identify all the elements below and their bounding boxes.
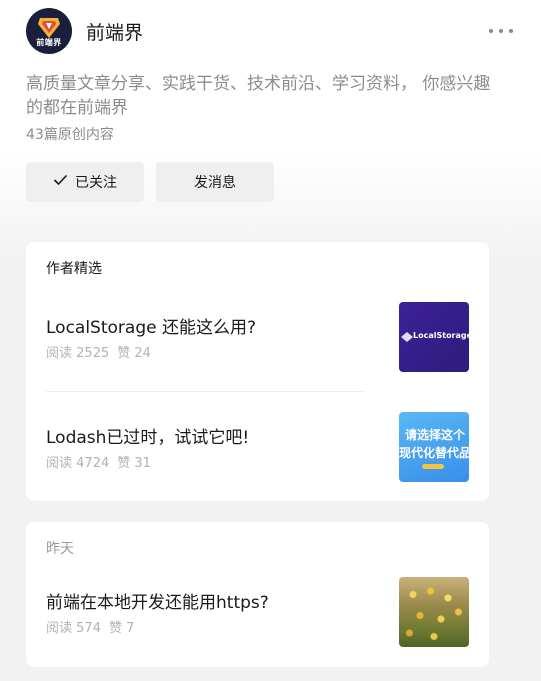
thumbnail-text-line1: 请选择这个 xyxy=(405,428,466,442)
thumbnail-pill xyxy=(422,464,444,469)
divider xyxy=(46,391,364,392)
article-item[interactable]: LocalStorage 还能这么用? 阅读 2525 赞 24 LocalSto… xyxy=(46,302,469,372)
article-stats: 阅读 2525 赞 24 xyxy=(46,342,151,361)
thumbnail-text: LocalStorage xyxy=(413,331,469,340)
avatar-text: 前端界 xyxy=(36,38,62,47)
article-title: LocalStorage 还能这么用? xyxy=(46,318,257,338)
reads-label: 阅读 xyxy=(46,621,73,636)
article-stats: 阅读 574 赞 7 xyxy=(46,617,134,636)
reads-label: 阅读 xyxy=(46,346,73,361)
likes-label: 赞 xyxy=(117,456,131,471)
yesterday-articles-card: 昨天 前端在本地开发还能用https? 阅读 574 赞 7 xyxy=(26,522,489,667)
message-label: 发消息 xyxy=(194,175,236,191)
avatar[interactable]: 前端界 xyxy=(26,8,72,54)
likes-label: 赞 xyxy=(108,621,122,636)
account-name[interactable]: 前端界 xyxy=(86,18,143,45)
article-count: 43篇原创内容 xyxy=(26,127,114,143)
article-title: 前端在本地开发还能用https? xyxy=(46,593,269,613)
profile-header: 前端界 前端界 xyxy=(26,8,515,54)
reads-count: 4724 xyxy=(76,456,110,471)
article-thumbnail: LocalStorage xyxy=(399,302,469,372)
send-message-button[interactable]: 发消息 xyxy=(156,162,274,202)
account-description: 高质量文章分享、实践干货、技术前沿、学习资料， 你感兴趣的都在前端界 xyxy=(26,74,491,118)
article-stats: 阅读 4724 赞 31 xyxy=(46,452,151,471)
featured-articles-card: 作者精选 LocalStorage 还能这么用? 阅读 2525 赞 24 Loc… xyxy=(26,242,489,501)
likes-count: 31 xyxy=(134,456,151,471)
article-item[interactable]: Lodash已过时，试试它吧! 阅读 4724 赞 31 请选择这个 现代化替代品 xyxy=(46,412,469,482)
section-title-yesterday: 昨天 xyxy=(46,541,74,557)
likes-label: 赞 xyxy=(117,346,131,361)
reads-count: 2525 xyxy=(76,346,110,361)
follow-label: 已关注 xyxy=(75,175,117,191)
likes-count: 7 xyxy=(126,621,135,636)
section-title-featured: 作者精选 xyxy=(46,261,102,277)
article-title: Lodash已过时，试试它吧! xyxy=(46,428,250,448)
localstorage-logo-icon xyxy=(401,332,413,342)
check-icon xyxy=(53,174,68,190)
article-thumbnail: 请选择这个 现代化替代品 xyxy=(399,412,469,482)
likes-count: 24 xyxy=(134,346,151,361)
reads-label: 阅读 xyxy=(46,456,73,471)
thumbnail-text-line2: 现代化替代品 xyxy=(399,446,469,460)
reads-count: 574 xyxy=(76,621,101,636)
follow-button[interactable]: 已关注 xyxy=(26,162,144,202)
article-thumbnail xyxy=(399,577,469,647)
article-item[interactable]: 前端在本地开发还能用https? 阅读 574 赞 7 xyxy=(46,577,469,647)
more-dots-icon[interactable] xyxy=(487,21,515,41)
